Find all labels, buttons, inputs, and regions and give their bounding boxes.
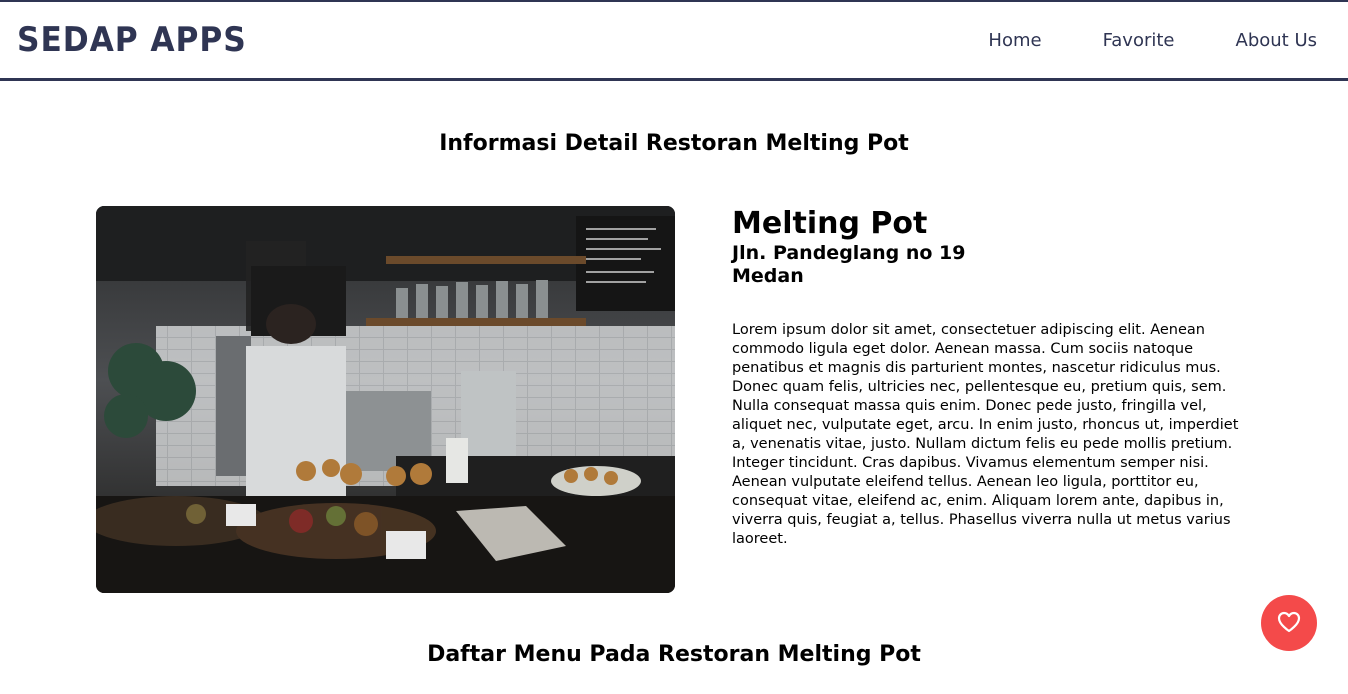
detail-section-title: Informasi Detail Restoran Melting Pot (439, 131, 909, 156)
restaurant-name: Melting Pot (732, 206, 928, 241)
restaurant-city: Medan (732, 265, 804, 287)
heart-icon (1277, 611, 1301, 636)
nav-favorite-link[interactable]: Favorite (1103, 30, 1175, 51)
favorite-button[interactable] (1261, 595, 1317, 651)
menu-section-title: Daftar Menu Pada Restoran Melting Pot (427, 642, 921, 667)
nav-about-link[interactable]: About Us (1236, 30, 1318, 51)
restaurant-image (96, 206, 675, 593)
restaurant-address: Jln. Pandeglang no 19 (732, 242, 966, 264)
app-header: SEDAP APPS Home Favorite About Us (0, 0, 1348, 81)
app-logo[interactable]: SEDAP APPS (17, 20, 247, 60)
nav-home-link[interactable]: Home (988, 30, 1041, 51)
main-nav: Home Favorite About Us (988, 30, 1317, 51)
restaurant-info: Melting Pot Jln. Pandeglang no 19 Medan … (732, 206, 1252, 549)
restaurant-description: Lorem ipsum dolor sit amet, consectetuer… (732, 322, 1239, 547)
